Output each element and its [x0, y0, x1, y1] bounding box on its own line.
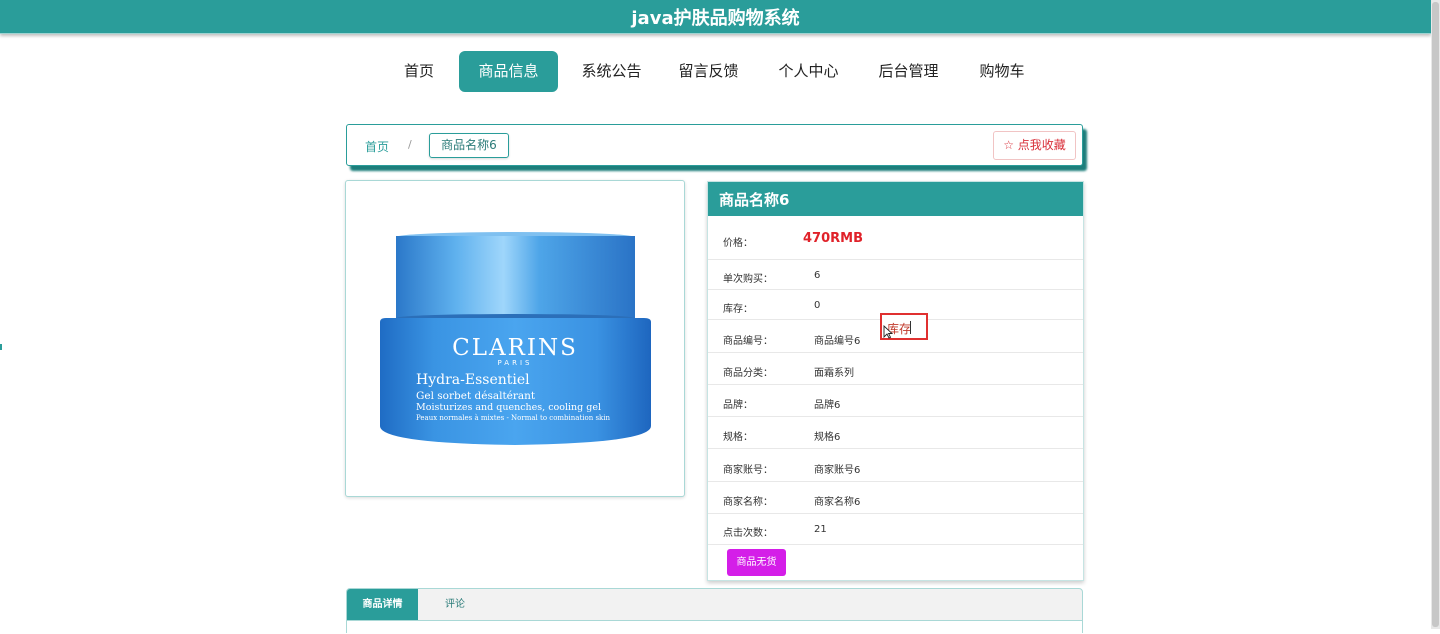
price-value: 470RMB — [803, 231, 863, 246]
app-title: java护肤品购物系统 — [631, 8, 800, 29]
vertical-scrollbar[interactable] — [1431, 0, 1440, 629]
tab-comments[interactable]: 评论 — [435, 589, 475, 620]
mouse-cursor-icon — [883, 325, 893, 339]
product-image: CLARINS PARIS Hydra-Essentiel Gel sorbet… — [380, 232, 651, 445]
breadcrumb: 首页 / 商品名称6 ☆ 点我收藏 — [346, 124, 1083, 166]
row-value: 品牌6 — [814, 400, 841, 411]
row-label: 规格： — [723, 432, 753, 443]
product-info-panel: 商品名称6 价格： 470RMB 单次购买： 6 库存： 0 商品编号： 商品编… — [707, 181, 1084, 581]
jar-desc3-text: Peaux normales à mixtes - Normal to comb… — [416, 413, 611, 422]
out-of-stock-button[interactable]: 商品无货 — [727, 549, 786, 576]
row-label: 品牌： — [723, 400, 753, 411]
row-label: 库存： — [723, 304, 753, 315]
row-value: 21 — [814, 524, 827, 535]
nav-announcements[interactable]: 系统公告 — [573, 51, 650, 92]
jar-line-text: Hydra-Essentiel — [416, 372, 530, 388]
row-value: 商家名称6 — [814, 497, 861, 508]
info-row: 商品分类： 面霜系列 — [708, 353, 1083, 385]
scrollbar-thumb[interactable] — [1432, 2, 1439, 627]
row-value: 6 — [814, 270, 821, 281]
price-label: 价格： — [723, 238, 753, 249]
nav-admin[interactable]: 后台管理 — [870, 51, 947, 92]
text-caret — [910, 321, 911, 334]
nav-cart[interactable]: 购物车 — [972, 51, 1032, 92]
detail-tabs: 商品详情 评论 — [346, 588, 1083, 634]
info-row: 商家账号： 商家账号6 — [708, 449, 1083, 482]
nav-feedback[interactable]: 留言反馈 — [670, 51, 747, 92]
row-label: 单次购买： — [723, 274, 773, 285]
tab-content — [347, 620, 1082, 634]
row-value: 商家账号6 — [814, 465, 861, 476]
product-name-heading: 商品名称6 — [708, 182, 1083, 216]
info-row: 点击次数： 21 — [708, 514, 1083, 545]
tab-product-details[interactable]: 商品详情 — [347, 589, 418, 620]
row-label: 商家账号： — [723, 465, 773, 476]
row-value: 0 — [814, 300, 821, 311]
jar-sub-text: PARIS — [498, 359, 533, 367]
favorite-button[interactable]: ☆ 点我收藏 — [993, 131, 1076, 160]
jar-brand-text: CLARINS — [452, 335, 578, 361]
info-row: 规格： 规格6 — [708, 417, 1083, 449]
top-header: java护肤品购物系统 — [0, 0, 1431, 34]
nav-home[interactable]: 首页 — [392, 51, 446, 92]
jar-desc2-text: Moisturizes and quenches, cooling gel — [416, 402, 601, 413]
jar-desc1-text: Gel sorbet désaltérant — [416, 390, 536, 402]
product-image-frame: CLARINS PARIS Hydra-Essentiel Gel sorbet… — [345, 180, 685, 497]
info-row: 商家名称： 商家名称6 — [708, 482, 1083, 514]
info-row: 品牌： 品牌6 — [708, 385, 1083, 417]
price-row: 价格： 470RMB — [708, 216, 1083, 260]
breadcrumb-separator: / — [408, 138, 412, 151]
row-label: 商家名称： — [723, 497, 773, 508]
breadcrumb-current: 商品名称6 — [429, 133, 509, 158]
main-nav: 首页 商品信息 系统公告 留言反馈 个人中心 后台管理 购物车 — [0, 51, 1431, 93]
row-value: 规格6 — [814, 432, 841, 443]
row-label: 点击次数： — [723, 528, 773, 539]
info-row: 单次购买： 6 — [708, 260, 1083, 290]
row-value: 面霜系列 — [814, 368, 854, 379]
row-label: 商品编号： — [723, 336, 773, 347]
breadcrumb-home-link[interactable]: 首页 — [365, 138, 389, 155]
nav-products[interactable]: 商品信息 — [459, 51, 558, 92]
row-value: 商品编号6 — [814, 336, 861, 347]
nav-profile[interactable]: 个人中心 — [770, 51, 847, 92]
row-label: 商品分类： — [723, 368, 773, 379]
side-marker — [0, 344, 2, 350]
